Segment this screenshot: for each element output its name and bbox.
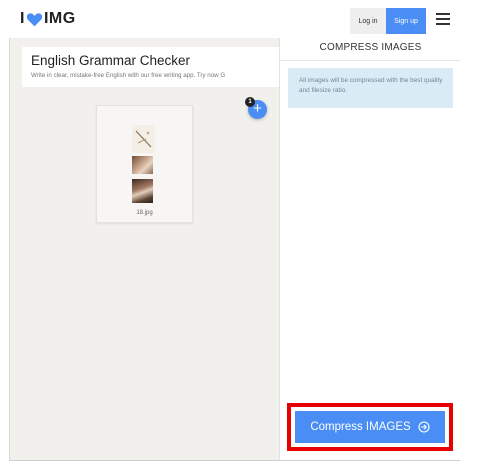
info-box: All images will be compressed with the b…: [288, 68, 453, 108]
header: I IMG Log in Sign up: [9, 0, 460, 39]
ad-title: English Grammar Checker: [31, 53, 191, 68]
logo[interactable]: I IMG: [20, 10, 76, 28]
app-window: I IMG Log in Sign up English Grammar Che…: [9, 0, 460, 460]
hamburger-icon[interactable]: [436, 13, 450, 25]
frame-border: [9, 460, 460, 461]
compress-button-label: Compress IMAGES: [310, 421, 411, 433]
thumbnail-image: [132, 179, 153, 203]
signup-button[interactable]: Sign up: [386, 8, 426, 34]
login-button[interactable]: Log in: [350, 8, 386, 34]
divider: [280, 60, 460, 61]
file-count-badge: 1: [245, 97, 255, 107]
file-card[interactable]: 18.jpg: [96, 105, 193, 223]
thumbnail-image: [132, 125, 155, 153]
ad-banner[interactable]: English Grammar Checker Write in clear, …: [22, 47, 292, 87]
workspace: English Grammar Checker Write in clear, …: [9, 38, 292, 460]
heart-icon: [26, 12, 43, 26]
arrow-right-circle-icon: [418, 421, 430, 433]
logo-text-left: I: [20, 10, 25, 27]
frame-border: [9, 38, 10, 460]
thumbnail-image: [132, 156, 153, 174]
sidebar: COMPRESS IMAGES All images will be compr…: [279, 38, 460, 460]
sidebar-title: COMPRESS IMAGES: [319, 42, 422, 53]
compress-button[interactable]: Compress IMAGES: [295, 411, 445, 443]
ad-subtitle: Write in clear, mistake-free English wit…: [31, 72, 226, 79]
file-name: 18.jpg: [136, 210, 153, 216]
logo-text-right: IMG: [43, 10, 76, 27]
